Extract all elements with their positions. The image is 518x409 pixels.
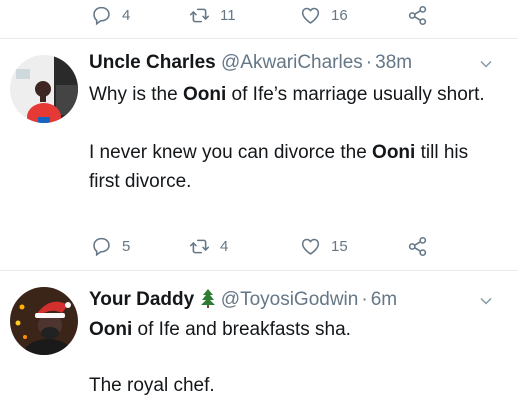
timestamp[interactable]: 38m <box>375 52 412 73</box>
bold-text: Ooni <box>372 142 416 163</box>
retweet-icon <box>189 8 210 22</box>
reply-icon <box>93 6 110 25</box>
bold-text: Ooni <box>89 319 133 340</box>
tweet-text: Why is the Ooni of Ife’s marriage usuall… <box>89 80 499 196</box>
reply-icon <box>93 237 110 256</box>
username[interactable]: @ToyosiGodwin <box>221 289 359 310</box>
share-button[interactable] <box>407 231 428 261</box>
tweet-paragraph: Why is the Ooni of Ife’s marriage usuall… <box>89 80 499 109</box>
chevron-down-icon[interactable] <box>478 56 494 72</box>
display-name[interactable]: Uncle Charles <box>89 52 216 73</box>
display-name[interactable]: Your Daddy <box>89 289 194 310</box>
tweet-paragraph: The royal chef. <box>89 375 215 396</box>
reply-button[interactable]: 4 <box>91 0 130 30</box>
bold-text: Ooni <box>182 84 227 105</box>
like-count: 16 <box>331 6 348 24</box>
text-segment: of Ife’s marriage usually short. <box>226 84 485 105</box>
like-button[interactable]: 15 <box>300 231 348 261</box>
avatar-image <box>10 55 78 123</box>
tweet-text: Ooni of Ife and breakfasts sha. The roya… <box>89 315 499 400</box>
text-segment: I never knew you can divorce the <box>89 142 373 163</box>
retweet-button[interactable]: 4 <box>189 231 228 261</box>
avatar[interactable] <box>10 55 78 123</box>
chevron-down-icon[interactable] <box>478 293 494 309</box>
heart-icon <box>301 238 320 255</box>
username[interactable]: @AkwariCharles <box>221 52 363 73</box>
reply-button[interactable]: 5 <box>91 231 130 261</box>
christmas-tree-icon <box>200 289 215 308</box>
tweet-paragraph: I never knew you can divorce the Ooni ti… <box>89 138 499 196</box>
timeline: 4 11 16 Uncle Charles @AkwariCharles · 3… <box>0 0 518 409</box>
timestamp[interactable]: 6m <box>371 289 397 310</box>
retweet-button[interactable]: 11 <box>189 0 236 30</box>
separator: · <box>361 289 368 310</box>
tweet-header: Your Daddy @ToyosiGodwin · 6m <box>89 288 397 312</box>
text-segment: Why is the <box>89 84 183 105</box>
share-icon <box>408 5 427 25</box>
tweet[interactable]: Uncle Charles @AkwariCharles · 38m Why is … <box>0 39 518 270</box>
retweet-count: 4 <box>220 237 229 255</box>
reply-count: 5 <box>122 237 131 255</box>
tweet[interactable]: Your Daddy @ToyosiGodwin · 6m Ooni of Ife … <box>0 271 518 409</box>
heart-icon <box>301 7 320 24</box>
retweet-count: 11 <box>220 6 236 24</box>
retweet-icon <box>189 239 210 253</box>
tweet-action-bar: 5 4 15 <box>0 231 518 261</box>
like-count: 15 <box>331 237 348 255</box>
tweet-header: Uncle Charles @AkwariCharles · 38m <box>89 51 412 75</box>
tweet-paragraph: Ooni of Ife and breakfasts sha. <box>89 315 499 344</box>
avatar[interactable] <box>10 287 78 355</box>
separator: · <box>365 52 373 73</box>
text-segment: of Ife and breakfasts sha. <box>132 319 351 340</box>
tweet-action-bar: 4 11 16 <box>0 0 518 30</box>
like-button[interactable]: 16 <box>300 0 348 30</box>
share-icon <box>408 236 427 256</box>
reply-count: 4 <box>122 6 131 24</box>
avatar-image <box>10 287 78 355</box>
share-button[interactable] <box>407 0 428 30</box>
